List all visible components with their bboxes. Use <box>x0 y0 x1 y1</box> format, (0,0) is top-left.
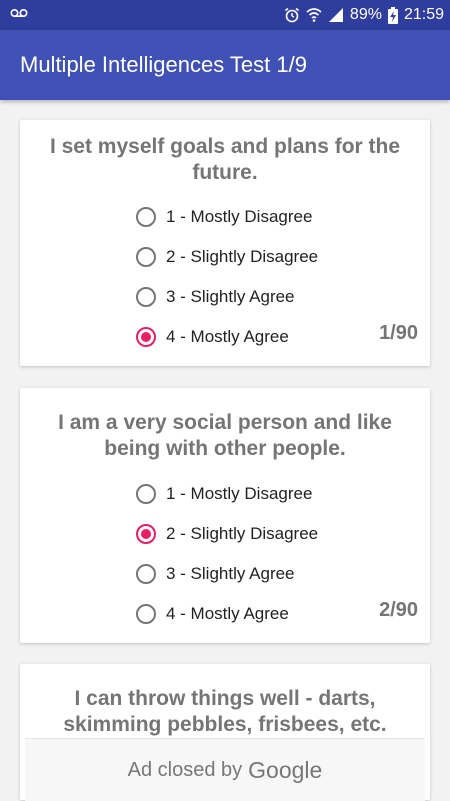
app-bar: Multiple Intelligences Test 1/9 <box>0 30 450 100</box>
radio-button[interactable] <box>136 564 156 584</box>
wifi-icon <box>306 8 322 22</box>
alarm-icon <box>284 7 299 23</box>
radio-button-selected[interactable] <box>136 524 156 544</box>
battery-charging-icon <box>387 6 398 24</box>
option-mostly-agree[interactable]: 4 - Mostly Agree <box>136 599 289 629</box>
option-slightly-agree[interactable]: 3 - Slightly Agree <box>136 282 295 312</box>
option-label: 2 - Slightly Disagree <box>166 247 319 266</box>
option-slightly-disagree[interactable]: 2 - Slightly Disagree <box>136 242 318 272</box>
radio-button[interactable] <box>136 604 156 624</box>
radio-button[interactable] <box>136 207 156 227</box>
option-slightly-agree[interactable]: 3 - Slightly Agree <box>136 559 295 589</box>
option-label: 2 - Slightly Disagree <box>166 524 319 543</box>
question-card: I am a very social person and like being… <box>20 388 430 643</box>
radio-button-selected[interactable] <box>136 327 156 347</box>
page-title: Multiple Intelligences Test 1/9 <box>20 52 307 77</box>
radio-button[interactable] <box>136 484 156 504</box>
radio-button[interactable] <box>136 247 156 267</box>
option-mostly-agree[interactable]: 4 - Mostly Agree <box>136 322 289 352</box>
option-label: 1 - Mostly Disagree <box>166 207 313 226</box>
ad-closed-text: Ad closed by <box>127 758 243 781</box>
question-text: I am a very social person and like being… <box>58 411 392 460</box>
option-slightly-disagree[interactable]: 2 - Slightly Disagree <box>136 519 318 549</box>
question-text: I set myself goals and plans for the fut… <box>49 135 401 184</box>
clock: 21:59 <box>403 6 444 23</box>
option-mostly-disagree[interactable]: 1 - Mostly Disagree <box>136 202 312 232</box>
question-counter: 1/90 <box>379 322 418 344</box>
status-bar: 89% 21:59 <box>0 0 450 30</box>
question-text: I can throw things well - darts, skimmin… <box>63 687 387 736</box>
battery-percent: 89% <box>349 6 382 23</box>
ad-banner: Ad closed by Google <box>25 738 425 801</box>
signal-icon <box>328 8 343 22</box>
radio-button[interactable] <box>136 287 156 307</box>
option-label: 3 - Slightly Agree <box>166 287 295 306</box>
option-mostly-disagree[interactable]: 1 - Mostly Disagree <box>136 479 312 509</box>
voicemail-icon <box>10 8 28 18</box>
google-logo: Google <box>248 756 323 783</box>
option-label: 4 - Mostly Agree <box>166 604 289 623</box>
option-label: 3 - Slightly Agree <box>166 564 295 583</box>
option-label: 4 - Mostly Agree <box>166 327 289 346</box>
question-card: I set myself goals and plans for the fut… <box>20 120 430 366</box>
question-counter: 2/90 <box>379 599 418 621</box>
option-label: 1 - Mostly Disagree <box>166 484 313 503</box>
